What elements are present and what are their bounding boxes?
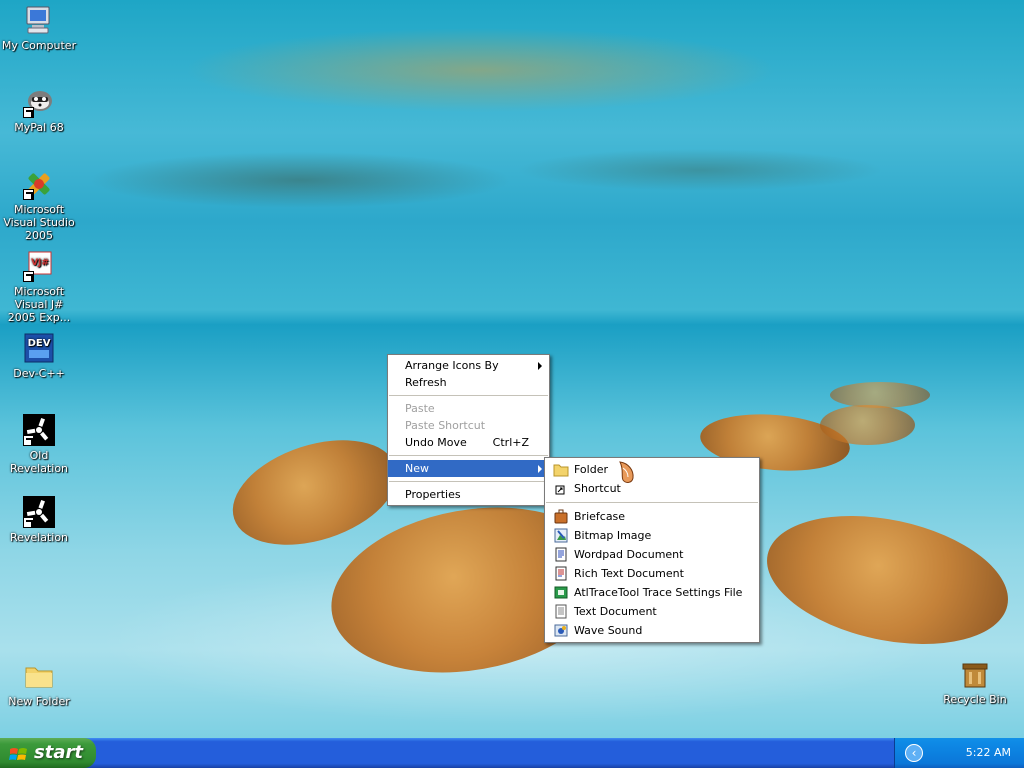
menu-item-arrange-icons-by[interactable]: Arrange Icons By — [388, 357, 549, 374]
menu-item-label: Briefcase — [574, 510, 626, 523]
starfish-decoration — [820, 405, 915, 445]
desktop-icon-mypal[interactable]: MyPal 68 — [0, 86, 78, 134]
desktop-icon-label: New Folder — [8, 695, 70, 708]
shortcut-arrow-icon — [23, 435, 34, 446]
desktop-icon-label: Old Revelation — [9, 449, 69, 475]
menu-item-paste: Paste — [388, 400, 549, 417]
menu-item-label: Arrange Icons By — [405, 359, 499, 372]
start-button[interactable]: start — [0, 738, 96, 768]
bitmap-icon — [553, 528, 569, 543]
shortcut-arrow-icon — [23, 517, 34, 528]
menu-separator — [389, 455, 548, 456]
desktop-icon-label: Recycle Bin — [943, 693, 1007, 706]
menu-separator — [389, 481, 548, 482]
wave-sound-icon — [553, 623, 569, 638]
shortcut-icon — [553, 481, 569, 496]
new-item-text-document[interactable]: Text Document — [545, 602, 759, 621]
new-item-rich-text-document[interactable]: Rich Text Document — [545, 564, 759, 583]
desktop-icon-label: Microsoft Visual Studio 2005 — [3, 203, 75, 242]
recycle-bin-icon — [959, 658, 991, 690]
desktop-icon-revelation[interactable]: Revelation — [0, 496, 78, 544]
dev-cpp-icon: DEV — [23, 332, 55, 364]
mouse-cursor-icon — [618, 460, 638, 486]
menu-item-label: Refresh — [405, 376, 447, 389]
desktop-icon-my-computer[interactable]: My Computer — [0, 4, 78, 52]
menu-item-label: Bitmap Image — [574, 529, 652, 542]
desktop-icon-dev-cpp[interactable]: DEV Dev-C++ — [0, 332, 78, 380]
desktop-icon-recycle-bin[interactable]: Recycle Bin — [936, 658, 1014, 706]
new-item-briefcase[interactable]: Briefcase — [545, 507, 759, 526]
new-item-shortcut[interactable]: Shortcut — [545, 479, 759, 498]
desktop-icon-visual-studio[interactable]: Microsoft Visual Studio 2005 — [0, 168, 78, 242]
visual-jsharp-icon: VJ# — [23, 250, 55, 282]
menu-item-label: Wordpad Document — [574, 548, 684, 561]
menu-item-label: Shortcut — [574, 482, 621, 495]
shortcut-arrow-icon — [23, 271, 34, 282]
new-submenu: Folder Shortcut Briefcase Bitmap Image W… — [544, 457, 760, 643]
menu-item-undo-move[interactable]: Undo Move Ctrl+Z — [388, 434, 549, 451]
folder-icon — [23, 660, 55, 692]
menu-item-accelerator: Ctrl+Z — [492, 436, 529, 449]
desktop-icon-old-revelation[interactable]: Old Revelation — [0, 414, 78, 475]
menu-separator — [546, 502, 758, 503]
new-item-bitmap-image[interactable]: Bitmap Image — [545, 526, 759, 545]
menu-item-paste-shortcut: Paste Shortcut — [388, 417, 549, 434]
desktop-icon-visual-jsharp[interactable]: VJ# Microsoft Visual J# 2005 Exp... — [0, 250, 78, 324]
menu-item-label: Rich Text Document — [574, 567, 684, 580]
desktop-icon-new-folder[interactable]: New Folder — [0, 660, 78, 708]
briefcase-icon — [553, 509, 569, 524]
menu-item-label: Text Document — [574, 605, 657, 618]
revelation-icon — [23, 414, 55, 446]
wordpad-icon — [553, 547, 569, 562]
desktop-icon-label: Microsoft Visual J# 2005 Exp... — [7, 285, 71, 324]
new-item-folder[interactable]: Folder — [545, 460, 759, 479]
menu-item-new[interactable]: New — [388, 460, 549, 477]
submenu-arrow-icon — [538, 465, 542, 473]
trace-settings-icon — [553, 585, 569, 600]
new-item-trace-settings-file[interactable]: AtlTraceTool Trace Settings File — [545, 583, 759, 602]
new-item-wordpad-document[interactable]: Wordpad Document — [545, 545, 759, 564]
submenu-arrow-icon — [538, 362, 542, 370]
desktop-icon-label: My Computer — [1, 39, 77, 52]
menu-item-label: Properties — [405, 488, 461, 501]
desktop-context-menu: Arrange Icons By Refresh Paste Paste Sho… — [387, 354, 550, 506]
desktop-icon-label: Revelation — [9, 531, 69, 544]
desktop-icon-label: MyPal 68 — [14, 121, 64, 134]
menu-item-label: Paste Shortcut — [405, 419, 486, 432]
vj-icon-text: VJ# — [31, 258, 49, 268]
rich-text-icon — [553, 566, 569, 581]
start-label: start — [34, 742, 83, 763]
mypal-icon — [23, 86, 55, 118]
menu-item-label: New — [405, 462, 429, 475]
new-item-wave-sound[interactable]: Wave Sound — [545, 621, 759, 640]
folder-icon — [553, 462, 569, 477]
revelation-icon — [23, 496, 55, 528]
menu-item-properties[interactable]: Properties — [388, 486, 549, 503]
menu-item-refresh[interactable]: Refresh — [388, 374, 549, 391]
menu-item-label: Undo Move — [405, 436, 467, 449]
starfish-decoration — [755, 495, 1020, 665]
shortcut-arrow-icon — [23, 189, 34, 200]
menu-item-label: Paste — [405, 402, 435, 415]
menu-separator — [389, 395, 548, 396]
clock[interactable]: 5:22 AM — [966, 746, 1011, 759]
shortcut-arrow-icon — [23, 107, 34, 118]
my-computer-icon — [23, 4, 55, 36]
windows-logo-icon — [9, 744, 28, 762]
menu-item-label: Folder — [574, 463, 608, 476]
system-tray: ‹ 5:22 AM — [894, 738, 1024, 768]
show-hidden-icons-icon[interactable]: ‹ — [905, 744, 923, 762]
taskbar: start ? ‹ 5:22 AM — [0, 738, 1024, 768]
menu-item-label: AtlTraceTool Trace Settings File — [574, 586, 743, 599]
starfish-decoration — [830, 382, 930, 408]
visual-studio-icon — [23, 168, 55, 200]
dev-icon-text: DEV — [28, 338, 51, 349]
menu-item-label: Wave Sound — [574, 624, 643, 637]
desktop-icon-label: Dev-C++ — [13, 367, 65, 380]
text-document-icon — [553, 604, 569, 619]
